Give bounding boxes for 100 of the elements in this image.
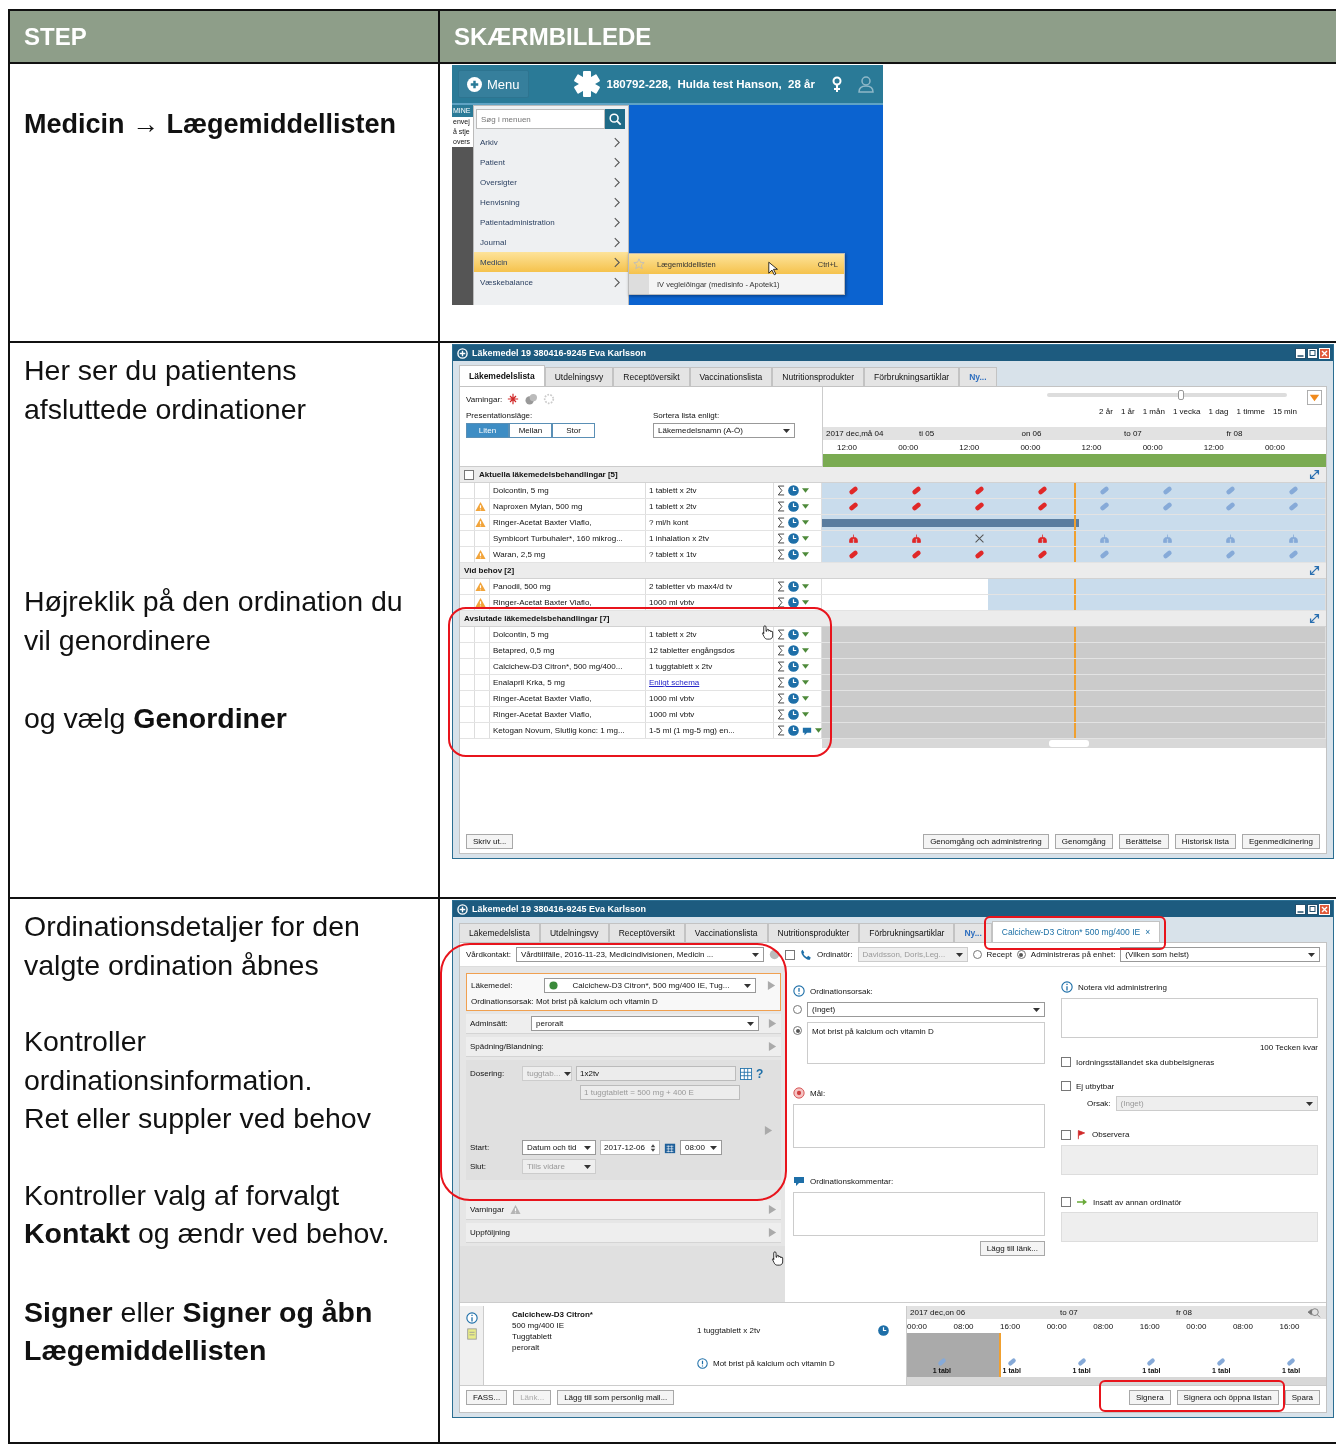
dose-link[interactable]: Enligt schema [646,675,774,690]
action-button[interactable]: Berättelse [1118,834,1169,849]
action-button[interactable]: Signera [1129,1390,1171,1405]
contact-dropdown[interactable]: Vårdtillfälle, 2016-11-23, Medicindivisionen, Medicin ... [515,947,764,962]
section-row[interactable]: Uppföljning [466,1223,781,1243]
radio-button[interactable] [1016,950,1026,959]
zoom-icon[interactable] [1306,1306,1322,1319]
checkbox[interactable] [784,949,795,960]
radio-button[interactable] [793,1026,802,1035]
caret-down-icon[interactable] [802,648,809,653]
segment-button[interactable]: Mellan [509,423,552,438]
menu-item[interactable]: Medicin [474,252,628,272]
tab[interactable]: Vaccinationslista [684,923,768,942]
menu-item[interactable]: Patientadministration [476,212,625,232]
caret-down-icon[interactable] [802,632,809,637]
search-button[interactable] [605,109,625,129]
menu-item[interactable]: Oversigter [476,172,625,192]
radio-button[interactable] [972,950,982,959]
expand-icon[interactable] [1309,469,1320,480]
scrollbar[interactable] [907,1377,1326,1385]
checkbox[interactable] [1061,1081,1071,1091]
caret-down-icon[interactable] [802,488,809,493]
tab[interactable]: Nutritionsprodukter [767,923,860,942]
reason-dropdown[interactable]: (Inget) [807,1002,1045,1017]
tab[interactable]: Vaccinationslista [689,367,773,386]
start-type-dropdown[interactable]: Datum och tid [522,1140,596,1155]
maximize-button[interactable] [1307,903,1318,915]
date-field[interactable]: 2017-12-06 [600,1140,660,1155]
time-dropdown[interactable]: 08:00 [680,1140,722,1155]
caret-down-icon[interactable] [802,680,809,685]
segment-button[interactable]: Stor [552,423,595,438]
action-button[interactable]: FASS... [466,1390,508,1405]
action-button[interactable]: Genomgång och administrering [923,834,1049,849]
tab[interactable]: Ny... [959,367,997,386]
menu-item[interactable]: Journal [476,232,625,252]
caret-down-icon[interactable] [802,552,809,557]
dose-field[interactable]: 1x2tv [576,1066,736,1081]
sort-dropdown[interactable]: Läkemedelsnamn (A-Ö) [653,423,795,438]
unit-dropdown[interactable]: (Vilken som helst) [1120,947,1320,962]
close-button[interactable] [1319,347,1330,359]
minimize-button[interactable] [1295,903,1306,915]
reason-text-field[interactable]: Mot brist på kalcium och vitamin D [807,1022,1045,1064]
caret-down-icon[interactable] [802,696,809,701]
calendar-icon[interactable] [664,1141,676,1154]
slider-thumb[interactable] [1178,390,1185,400]
expand-icon[interactable] [1309,613,1320,624]
note-field[interactable] [1061,998,1318,1038]
route-dropdown[interactable]: peroralt [531,1016,759,1031]
caret-down-icon[interactable] [802,584,809,589]
menu-item[interactable]: Arkiv [476,132,625,152]
caret-down-icon[interactable] [802,600,809,605]
checkbox[interactable] [1061,1197,1071,1207]
minimize-button[interactable] [1295,347,1306,359]
menu-button[interactable]: Menu [458,70,529,98]
prescriber-note-field[interactable] [1061,1212,1318,1242]
action-button[interactable]: Egenmedicinering [1241,834,1320,849]
zoom-slider[interactable] [1047,393,1287,397]
tab[interactable]: Receptöversikt [613,367,690,386]
drug-dropdown[interactable]: Calcichew-D3 Citron*, 500 mg/400 IE, Tug... [544,978,756,993]
grid-icon[interactable] [740,1067,752,1080]
person-icon[interactable] [857,75,875,93]
caret-down-icon[interactable] [802,536,809,541]
caret-down-icon[interactable] [802,504,809,509]
checkbox[interactable] [464,469,474,480]
tab[interactable]: Utdelningsvy [544,367,614,386]
tab[interactable]: Läkemedelslista [459,365,545,386]
caret-down-icon[interactable] [815,728,822,733]
help-button[interactable]: ? [756,1066,764,1081]
caret-down-icon[interactable] [802,664,809,669]
close-tab-button[interactable]: × [1145,927,1151,937]
menu-item[interactable]: Væskebalance [476,272,625,292]
tab[interactable]: Calcichew-D3 Citron* 500 mg/400 IE × [991,921,1161,942]
tab[interactable]: Förbrukningsartiklar [864,367,960,386]
menu-item[interactable]: Patient [476,152,625,172]
segment-button[interactable]: Liten [466,423,509,438]
action-button[interactable]: Spara [1284,1390,1320,1405]
action-button[interactable]: Signera och öppna listan [1176,1390,1279,1405]
tab[interactable]: Receptöversikt [608,923,685,942]
maximize-button[interactable] [1307,347,1318,359]
scrollbar[interactable] [822,739,1326,748]
tab[interactable]: Ny... [954,923,992,942]
tab[interactable]: Förbrukningsartiklar [859,923,955,942]
goal-field[interactable] [793,1104,1045,1148]
checkbox[interactable] [1061,1129,1071,1140]
section-row[interactable]: Varningar [466,1200,781,1220]
menu-item[interactable]: Henvisning [476,192,625,212]
caret-down-icon[interactable] [802,520,809,525]
caret-down-icon[interactable] [802,712,809,717]
checkbox[interactable] [1061,1057,1071,1067]
search-field[interactable]: Søg i menuen [476,109,606,129]
close-button[interactable] [1319,903,1330,915]
tab[interactable]: Läkemedelslista [459,923,540,942]
radio-button[interactable] [793,1005,802,1014]
tab[interactable]: Utdelningsvy [539,923,609,942]
action-button[interactable]: Historisk lista [1174,834,1236,849]
tab[interactable]: Nutritionsprodukter [772,367,865,386]
observe-field[interactable] [1061,1145,1318,1175]
action-button[interactable]: Genomgång [1054,834,1113,849]
play-icon[interactable] [767,980,776,991]
action-button[interactable]: Lägg till som personlig mall... [557,1390,675,1405]
